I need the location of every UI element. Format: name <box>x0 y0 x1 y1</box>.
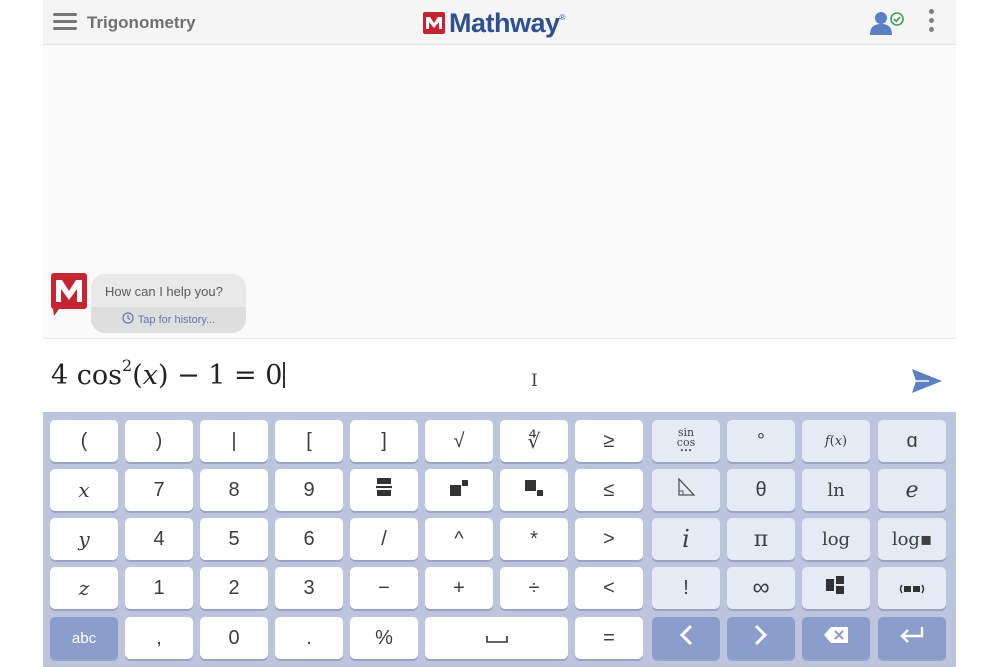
subscript-icon <box>525 479 543 502</box>
text-cursor-icon: I <box>531 371 538 391</box>
text-caret <box>283 362 286 388</box>
key-pi[interactable]: π <box>727 518 795 560</box>
key-greater-equal[interactable]: ≥ <box>575 420 643 462</box>
key-open-paren[interactable]: ( <box>50 420 118 462</box>
key-less-equal[interactable]: ≤ <box>575 469 643 511</box>
key-close-paren[interactable]: ) <box>125 420 193 462</box>
key-3[interactable]: 3 <box>275 567 343 609</box>
key-0[interactable]: 0 <box>200 617 268 659</box>
brand-name: Mathway <box>449 7 560 38</box>
key-vector[interactable] <box>878 567 946 609</box>
right-triangle-icon <box>676 477 696 503</box>
key-log-base[interactable]: log▪ <box>878 518 946 560</box>
mathway-app: Trigonometry Mathway ® How can I help yo… <box>43 0 956 667</box>
history-link: Tap for history... <box>137 314 216 326</box>
hamburger-icon[interactable] <box>53 13 77 31</box>
key-matrix[interactable] <box>802 567 870 609</box>
key-8[interactable]: 8 <box>200 469 268 511</box>
mathway-logo: Mathway ® <box>423 8 565 38</box>
trig-more-dots: ••• <box>679 446 693 455</box>
key-fraction[interactable] <box>350 469 418 511</box>
enter-icon <box>899 626 925 650</box>
key-log[interactable]: log <box>802 518 870 560</box>
key-function[interactable]: 𝑓(𝑥) <box>802 420 870 462</box>
chevron-right-icon <box>754 624 768 652</box>
trig-cos-label: cos <box>676 435 696 449</box>
clock-icon <box>122 311 134 329</box>
key-enter[interactable] <box>878 617 946 659</box>
key-nth-root[interactable]: ∜ <box>500 420 568 462</box>
key-backspace[interactable] <box>802 617 870 659</box>
history-button[interactable]: Tap for history... <box>91 307 246 333</box>
key-e[interactable]: 𝑒 <box>878 469 946 511</box>
key-less-than[interactable]: < <box>575 567 643 609</box>
kebab-icon[interactable] <box>926 9 936 37</box>
key-open-bracket[interactable]: [ <box>275 420 343 462</box>
key-superscript[interactable] <box>425 469 493 511</box>
key-y[interactable]: 𝑦 <box>50 518 118 560</box>
key-6[interactable]: 6 <box>275 518 343 560</box>
key-abc[interactable]: abc <box>50 617 118 659</box>
key-plus[interactable]: + <box>425 567 493 609</box>
key-9[interactable]: 9 <box>275 469 343 511</box>
key-trig-functions[interactable]: sin cos ••• <box>652 420 720 462</box>
key-factorial[interactable]: ! <box>652 567 720 609</box>
bot-message-bubble: How can I help you? Tap for history... <box>91 274 246 333</box>
bot-message-text: How can I help you? <box>105 284 223 299</box>
send-icon[interactable] <box>911 367 943 395</box>
key-2[interactable]: 2 <box>200 567 268 609</box>
key-absolute-value[interactable]: | <box>200 420 268 462</box>
header-bar: Trigonometry Mathway ® <box>43 0 956 45</box>
brand-trademark: ® <box>559 12 566 22</box>
key-divide-slash[interactable]: / <box>350 518 418 560</box>
key-divide[interactable]: ÷ <box>500 567 568 609</box>
key-square-root[interactable]: √ <box>425 420 493 462</box>
math-keyboard: ( ) | [ ] √ ∜ ≥ sin cos ••• ° 𝑓(𝑥) ɑ 𝑥 7… <box>43 412 956 667</box>
key-comma[interactable]: , <box>125 617 193 659</box>
space-icon <box>485 627 508 650</box>
key-z[interactable]: 𝑧 <box>50 567 118 609</box>
key-imaginary-i[interactable]: 𝑖 <box>652 518 720 560</box>
math-expression-input[interactable]: 4 cos2(𝑥) − 1 = 0 <box>51 356 286 391</box>
key-7[interactable]: 7 <box>125 469 193 511</box>
math-input-area[interactable]: 4 cos2(𝑥) − 1 = 0 I <box>43 338 956 412</box>
key-triangle[interactable] <box>652 469 720 511</box>
mathway-logo-icon <box>423 12 445 34</box>
key-5[interactable]: 5 <box>200 518 268 560</box>
key-caret[interactable]: ^ <box>425 518 493 560</box>
chat-area: How can I help you? Tap for history... <box>43 46 956 337</box>
key-infinity[interactable]: ∞ <box>727 567 795 609</box>
key-greater-than[interactable]: > <box>575 518 643 560</box>
key-1[interactable]: 1 <box>125 567 193 609</box>
key-cursor-left[interactable] <box>652 617 720 659</box>
key-asterisk[interactable]: * <box>500 518 568 560</box>
user-check-icon[interactable] <box>869 10 905 36</box>
key-subscript[interactable] <box>500 469 568 511</box>
backspace-icon <box>823 626 849 650</box>
fraction-icon <box>376 477 392 503</box>
expression-prefix: 4 cos <box>51 360 122 391</box>
key-space[interactable] <box>425 617 568 659</box>
key-decimal[interactable]: . <box>275 617 343 659</box>
key-minus[interactable]: − <box>350 567 418 609</box>
key-percent[interactable]: % <box>350 617 418 659</box>
key-equals[interactable]: = <box>575 617 643 659</box>
superscript-icon <box>450 479 468 502</box>
key-theta[interactable]: θ <box>727 469 795 511</box>
page-title: Trigonometry <box>87 13 196 32</box>
mathway-bot-avatar <box>51 273 88 316</box>
expression-suffix: (𝑥) − 1 = 0 <box>132 360 283 391</box>
key-4[interactable]: 4 <box>125 518 193 560</box>
key-cursor-right[interactable] <box>727 617 795 659</box>
expression-exponent: 2 <box>122 356 133 375</box>
matrix-icon <box>826 576 846 600</box>
key-degree[interactable]: ° <box>727 420 795 462</box>
chevron-left-icon <box>679 624 693 652</box>
key-close-bracket[interactable]: ] <box>350 420 418 462</box>
key-ln[interactable]: ln <box>802 469 870 511</box>
key-alpha[interactable]: ɑ <box>878 420 946 462</box>
vector-icon <box>899 577 925 600</box>
key-x[interactable]: 𝑥 <box>50 469 118 511</box>
